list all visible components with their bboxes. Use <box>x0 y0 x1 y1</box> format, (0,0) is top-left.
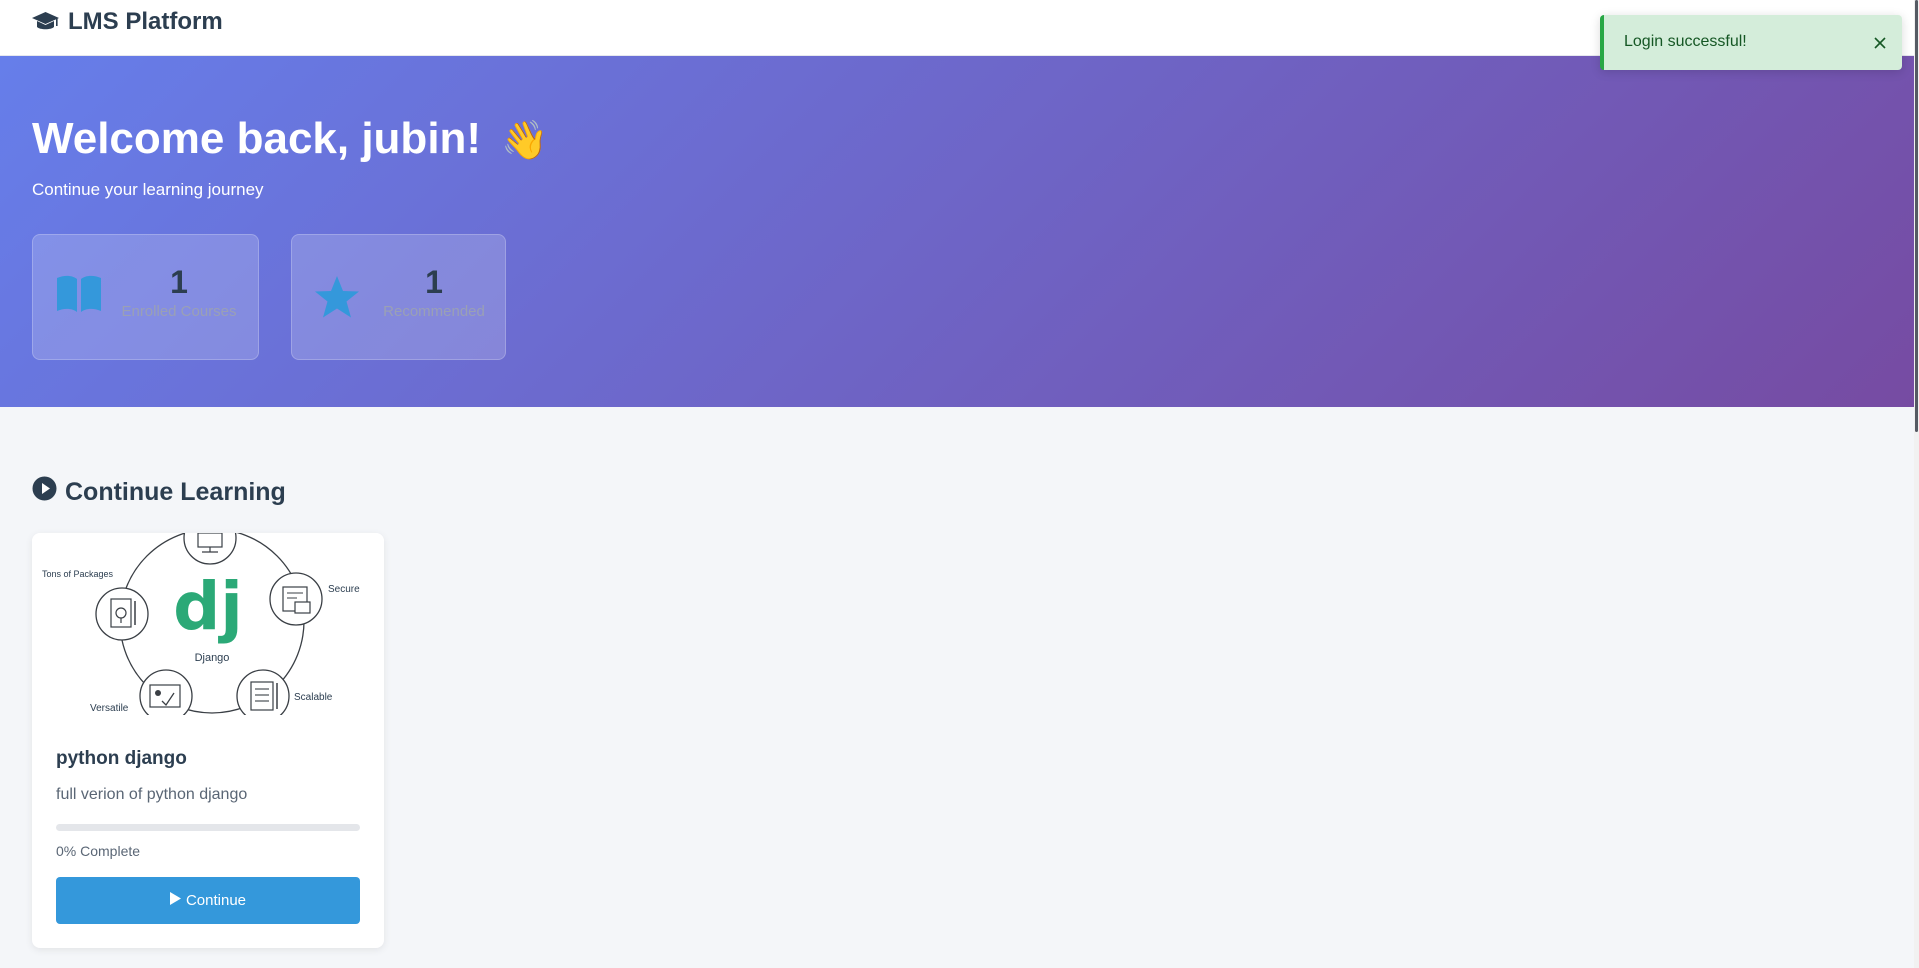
stat-label: Recommended <box>383 303 485 320</box>
course-description: full verion of python django <box>56 786 248 803</box>
stat-value: 1 <box>170 264 188 300</box>
star-icon <box>314 275 360 324</box>
continue-learning-heading: Continue Learning <box>32 476 286 508</box>
scrollbar-thumb[interactable] <box>1915 0 1918 432</box>
django-logo: dj <box>173 568 243 645</box>
stat-card-enrolled: 1 Enrolled Courses <box>32 234 259 360</box>
welcome-heading: Welcome back, jubin! 👋 <box>32 114 549 164</box>
welcome-subtitle: Continue your learning journey <box>32 180 264 199</box>
stat-card-recommended: 1 Recommended <box>291 234 506 360</box>
feature-label: Versatile <box>90 703 129 714</box>
close-icon[interactable] <box>1870 33 1890 53</box>
success-toast: Login successful! <box>1600 15 1902 70</box>
stat-body: 1 Enrolled Courses <box>117 265 241 320</box>
play-circle-icon <box>32 476 57 508</box>
course-card[interactable]: dj Django Tons of Packages Secure Versat… <box>32 533 384 948</box>
continue-button-label: Continue <box>185 892 247 909</box>
brand-name: LMS Platform <box>68 8 223 35</box>
graduation-cap-icon <box>31 11 60 33</box>
course-thumbnail: dj Django Tons of Packages Secure Versat… <box>32 533 384 723</box>
continue-button[interactable]: Continue <box>56 877 360 924</box>
waving-hand-emoji: 👋 <box>501 120 549 162</box>
toast-message: Login successful! <box>1624 33 1747 50</box>
feature-label: Secure <box>328 584 360 595</box>
feature-label: Scalable <box>294 692 333 703</box>
course-progress-bar <box>56 824 360 831</box>
feature-label: Tons of Packages <box>42 569 114 579</box>
stat-body: 1 Recommended <box>374 265 494 320</box>
book-icon <box>55 275 103 318</box>
section-title-text: Continue Learning <box>65 477 286 506</box>
progress-label: 0% Complete <box>56 843 141 859</box>
play-icon <box>169 892 181 909</box>
course-title: python django <box>56 748 187 769</box>
stat-value: 1 <box>425 264 443 300</box>
brand-link[interactable]: LMS Platform <box>31 8 223 36</box>
django-label: Django <box>195 652 230 664</box>
welcome-text: Welcome back, jubin! <box>32 114 482 163</box>
stat-label: Enrolled Courses <box>121 303 237 320</box>
welcome-hero: Welcome back, jubin! 👋 Continue your lea… <box>0 56 1919 407</box>
